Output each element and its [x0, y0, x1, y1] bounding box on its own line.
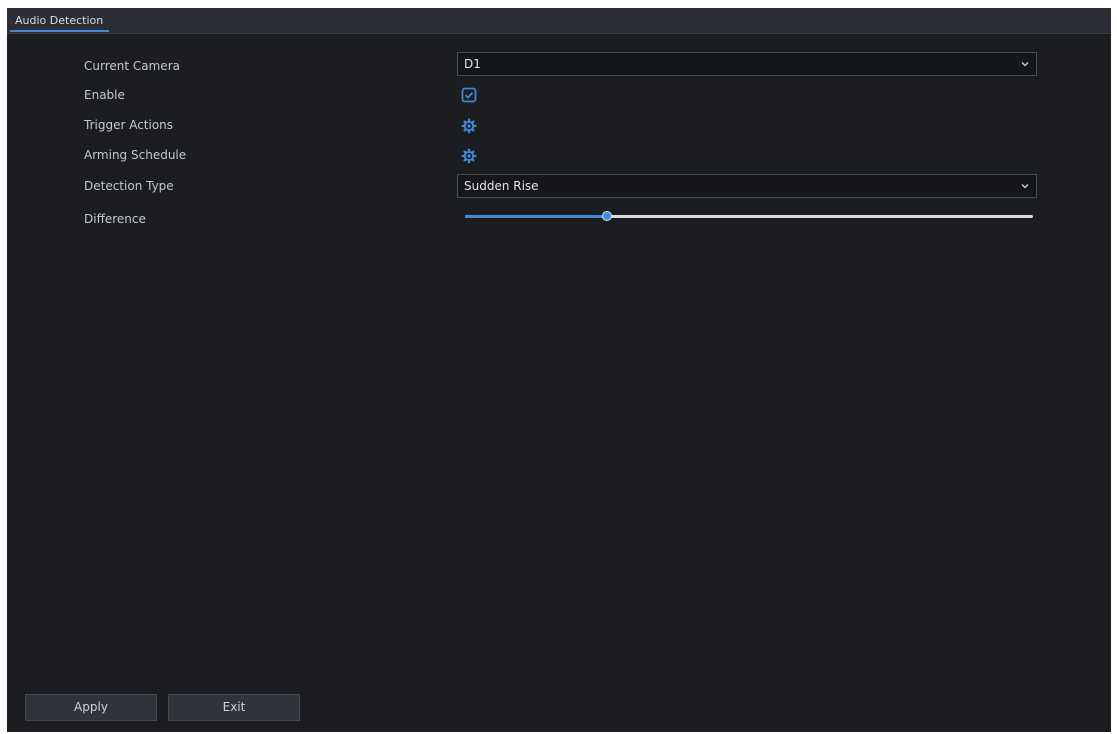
- audio-detection-window: Audio Detection Current Camera D1 Enable…: [7, 8, 1111, 732]
- current-camera-select[interactable]: D1: [457, 52, 1037, 76]
- apply-button[interactable]: Apply: [25, 694, 157, 721]
- chevron-down-icon: [1021, 62, 1029, 67]
- detection-type-select[interactable]: Sudden Rise: [457, 174, 1037, 198]
- current-camera-value: D1: [464, 57, 481, 71]
- detection-type-label: Detection Type: [84, 179, 174, 193]
- trigger-actions-label: Trigger Actions: [84, 118, 174, 132]
- chevron-down-icon: [1021, 184, 1029, 189]
- arming-schedule-label: Arming Schedule: [84, 148, 187, 162]
- exit-button[interactable]: Exit: [168, 694, 300, 721]
- current-camera-label: Current Camera: [84, 59, 180, 73]
- arming-schedule-gear-icon[interactable]: [461, 148, 477, 164]
- enable-label: Enable: [84, 88, 125, 102]
- difference-slider[interactable]: [465, 207, 1033, 225]
- difference-label: Difference: [84, 212, 146, 226]
- detection-type-value: Sudden Rise: [464, 179, 539, 193]
- slider-handle[interactable]: [602, 211, 612, 221]
- slider-fill: [465, 215, 607, 218]
- enable-checkbox[interactable]: [461, 87, 477, 103]
- tab-audio-detection[interactable]: Audio Detection: [10, 12, 110, 32]
- trigger-actions-gear-icon[interactable]: [461, 118, 477, 134]
- tab-bar: Audio Detection: [7, 8, 1111, 34]
